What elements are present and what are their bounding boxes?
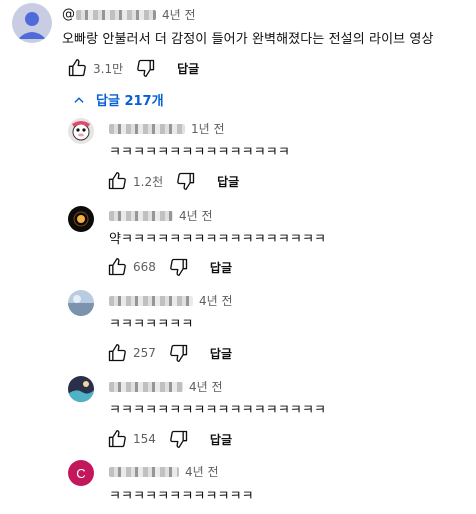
- reply-time[interactable]: 4년 전: [189, 378, 223, 395]
- author-handle[interactable]: @: [62, 7, 75, 22]
- comment-avatar[interactable]: [12, 3, 52, 43]
- reply-text: ㅋㅋㅋㅋㅋㅋㅋㅋㅋㅋㅋㅋㅋㅋㅋㅋㅋㅋ: [109, 403, 327, 418]
- like-count: 668: [133, 260, 156, 274]
- comment-time[interactable]: 4년 전: [162, 6, 196, 23]
- like-count: 154: [133, 432, 156, 446]
- reply-author-line: 4년 전: [109, 463, 219, 480]
- like-count: 3.1만: [93, 61, 124, 76]
- reply-actions: 154 답글: [106, 427, 232, 451]
- reply-avatar[interactable]: [68, 376, 94, 402]
- reply-text: ㅋㅋㅋㅋㅋㅋㅋㅋㅋㅋㅋㅋ: [109, 489, 254, 504]
- reply-avatar[interactable]: [68, 118, 94, 144]
- comment-text: 오빠랑 안불러서 더 감정이 들어가 완벽해졌다는 전설의 라이브 영상: [62, 32, 434, 47]
- reply-actions: 1.2천 답글: [106, 169, 239, 193]
- reply-time[interactable]: 4년 전: [185, 463, 219, 480]
- reply-time[interactable]: 4년 전: [179, 207, 213, 224]
- comment-actions: 3.1만 답글: [66, 56, 199, 80]
- dislike-icon[interactable]: [175, 170, 197, 192]
- reply-author-line: 4년 전: [109, 292, 233, 309]
- reply-time[interactable]: 1년 전: [191, 120, 225, 137]
- dislike-icon[interactable]: [135, 57, 157, 79]
- like-icon[interactable]: [106, 428, 128, 450]
- reply-text: 약ㅋㅋㅋㅋㅋㅋㅋㅋㅋㅋㅋㅋㅋㅋㅋㅋㅋ: [109, 232, 327, 247]
- comment-author-line: @ 4년 전: [62, 6, 196, 23]
- chevron-up-icon: [74, 96, 84, 103]
- replies-toggle-button[interactable]: 답글 217개: [72, 90, 164, 109]
- reply-button[interactable]: 답글: [210, 259, 232, 276]
- reply-actions: 668 답글: [106, 255, 232, 279]
- reply-author-line: 4년 전: [109, 207, 213, 224]
- like-icon[interactable]: [106, 170, 128, 192]
- reply-text: ㅋㅋㅋㅋㅋㅋㅋ: [109, 317, 194, 332]
- reply-avatar[interactable]: [68, 290, 94, 316]
- like-icon[interactable]: [66, 57, 88, 79]
- dislike-icon[interactable]: [168, 428, 190, 450]
- author-name-blurred[interactable]: [76, 9, 156, 20]
- like-count: 257: [133, 346, 156, 360]
- reply-avatar[interactable]: [68, 206, 94, 232]
- reply-button[interactable]: 답글: [210, 345, 232, 362]
- dislike-icon[interactable]: [168, 342, 190, 364]
- dislike-icon[interactable]: [168, 256, 190, 278]
- reply-button[interactable]: 답글: [217, 173, 239, 190]
- reply-time[interactable]: 4년 전: [199, 292, 233, 309]
- reply-button[interactable]: 답글: [210, 431, 232, 448]
- author-name-blurred[interactable]: [109, 123, 185, 134]
- like-icon[interactable]: [106, 342, 128, 364]
- author-name-blurred[interactable]: [109, 466, 179, 477]
- reply-text: ㅋㅋㅋㅋㅋㅋㅋㅋㅋㅋㅋㅋㅋㅋㅋ: [109, 145, 290, 160]
- author-name-blurred[interactable]: [109, 295, 193, 306]
- reply-author-line: 1년 전: [109, 120, 225, 137]
- reply-button[interactable]: 답글: [177, 60, 199, 77]
- avatar-letter: C: [76, 465, 86, 481]
- like-icon[interactable]: [106, 256, 128, 278]
- like-count: 1.2천: [133, 174, 164, 189]
- author-name-blurred[interactable]: [109, 381, 183, 392]
- reply-avatar[interactable]: C: [68, 460, 94, 486]
- reply-actions: 257 답글: [106, 341, 232, 365]
- reply-author-line: 4년 전: [109, 378, 223, 395]
- replies-count-label: 답글 217개: [96, 94, 164, 109]
- author-name-blurred[interactable]: [109, 210, 173, 221]
